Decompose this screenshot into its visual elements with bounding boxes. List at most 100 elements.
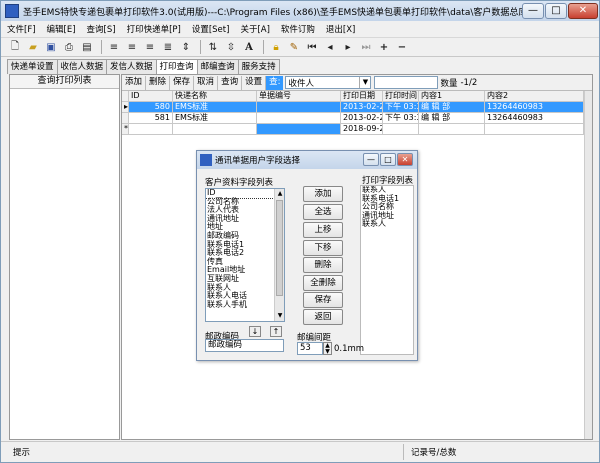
cell-date[interactable]: 2013-02-25: [341, 102, 383, 113]
cell-name[interactable]: EMS标准: [173, 102, 257, 113]
table-row[interactable]: ▸ 580 EMS标准 2013-02-25 下午 03:3 编 辑 部 132…: [122, 102, 592, 113]
cell-number[interactable]: [257, 124, 341, 135]
close-button[interactable]: ✕: [568, 3, 598, 19]
cell-id[interactable]: [129, 124, 173, 135]
col-header-name[interactable]: 快递名称: [173, 91, 257, 102]
minimize-button[interactable]: —: [522, 3, 544, 19]
cell-date[interactable]: 2013-02-25: [341, 113, 383, 124]
pin-icon[interactable]: ✎: [286, 39, 302, 55]
size-icon[interactable]: ⇳: [223, 39, 239, 55]
chevron-down-icon[interactable]: ▼: [359, 77, 370, 88]
menu-exit[interactable]: 退出[X]: [326, 23, 355, 35]
cancel-button[interactable]: 取消: [194, 75, 219, 90]
list-item[interactable]: 联系人: [361, 220, 413, 229]
save-button[interactable]: 保存: [170, 75, 195, 90]
scroll-down-icon[interactable]: ▼: [275, 311, 284, 321]
arrow-down-icon[interactable]: ↓: [249, 326, 261, 337]
new-icon[interactable]: 🗋: [7, 39, 23, 55]
cell-time[interactable]: [383, 124, 419, 135]
cell-content1[interactable]: 编 辑 部: [419, 113, 485, 124]
spacing-input[interactable]: 53: [297, 342, 323, 355]
query-input[interactable]: [374, 76, 439, 89]
align-right-icon[interactable]: ≡: [142, 39, 158, 55]
col-header-id[interactable]: ID: [129, 91, 173, 102]
cell-time[interactable]: 下午 03:3: [383, 102, 419, 113]
list-item[interactable]: 联系人手机: [206, 300, 284, 310]
spacing-icon[interactable]: ⇕: [178, 39, 194, 55]
move-down-button[interactable]: 下移: [303, 240, 343, 256]
return-button[interactable]: 返回: [303, 309, 343, 325]
maximize-button[interactable]: □: [545, 3, 567, 19]
move-up-button[interactable]: 上移: [303, 222, 343, 238]
col-header-date[interactable]: 打印日期: [341, 91, 383, 102]
cell-name[interactable]: EMS标准: [173, 113, 257, 124]
postcode-field-input[interactable]: 邮政编码: [205, 339, 284, 352]
cell-date[interactable]: 2018-09-20: [341, 124, 383, 135]
menu-file[interactable]: 文件[F]: [7, 23, 36, 35]
cell-content2[interactable]: 13264460983: [485, 113, 584, 124]
table-row[interactable]: 581 EMS标准 2013-02-25 下午 03:3 编 辑 部 13264…: [122, 113, 592, 124]
tab-sender-data[interactable]: 发信人数据: [106, 59, 157, 74]
menu-edit[interactable]: 编辑[E]: [47, 23, 76, 35]
tab-recipient-data[interactable]: 收信人数据: [56, 59, 108, 74]
cell-id[interactable]: 580: [129, 102, 173, 113]
menu-settings[interactable]: 设置[Set]: [192, 23, 230, 35]
cell-time[interactable]: 下午 03:3: [383, 113, 419, 124]
open-icon[interactable]: ▰: [25, 39, 41, 55]
spacing-spinner[interactable]: ▲ ▼: [323, 342, 332, 355]
query-field-select[interactable]: 收件人 ▼: [285, 76, 372, 89]
cell-content2[interactable]: 13264460983: [485, 102, 584, 113]
col-header-time[interactable]: 打印时间: [383, 91, 419, 102]
tab-print-query[interactable]: 打印查询: [155, 59, 198, 75]
arrow-up-icon[interactable]: ↑: [270, 326, 282, 337]
settings-button[interactable]: 设置: [242, 75, 267, 90]
delete-button[interactable]: 删除: [146, 75, 171, 90]
scroll-up-icon[interactable]: ▲: [275, 189, 284, 199]
dialog-maximize-button[interactable]: □: [380, 153, 396, 166]
list-scrollbar[interactable]: ▲ ▼: [274, 189, 284, 321]
cell-id[interactable]: 581: [129, 113, 173, 124]
last-record-icon[interactable]: ⏭︎: [358, 39, 374, 55]
next-record-icon[interactable]: ▸: [340, 39, 356, 55]
prev-record-icon[interactable]: ◂: [322, 39, 338, 55]
dialog-minimize-button[interactable]: —: [363, 153, 379, 166]
add-field-button[interactable]: 添加: [303, 186, 343, 202]
menu-about[interactable]: 关于[A]: [240, 23, 269, 35]
query-button[interactable]: 查询: [218, 75, 243, 90]
align-left-icon[interactable]: ≡: [106, 39, 122, 55]
cell-content1[interactable]: [419, 124, 485, 135]
cell-name[interactable]: [173, 124, 257, 135]
save-fields-button[interactable]: 保存: [303, 292, 343, 308]
menu-order[interactable]: 软件订购: [281, 23, 315, 35]
first-record-icon[interactable]: ⏮︎: [304, 39, 320, 55]
save-icon[interactable]: ▣: [43, 39, 59, 55]
print-icon[interactable]: ⎙: [61, 39, 77, 55]
print-fields-list[interactable]: 联系人 联系电话1 公司名称 通讯地址 联系人: [360, 185, 414, 355]
col-header-content1[interactable]: 内容1: [419, 91, 485, 102]
tab-express-settings[interactable]: 快递单设置: [7, 59, 58, 74]
tab-postcode-query[interactable]: 邮编查询: [196, 59, 239, 74]
col-header-number[interactable]: 单据编号: [257, 91, 341, 102]
grid-scrollbar[interactable]: [584, 91, 592, 439]
add-record-icon[interactable]: +: [376, 39, 392, 55]
align-center-icon[interactable]: ≡: [124, 39, 140, 55]
delete-field-button[interactable]: 删除: [303, 257, 343, 273]
delete-record-icon[interactable]: −: [394, 39, 410, 55]
select-all-button[interactable]: 全选: [303, 204, 343, 220]
cell-number[interactable]: [257, 113, 341, 124]
tab-support[interactable]: 服务支持: [237, 59, 280, 74]
sort-icon[interactable]: ⇅: [205, 39, 221, 55]
justify-icon[interactable]: ≣: [160, 39, 176, 55]
customer-fields-list[interactable]: ID 公司名称 法人代表 通讯地址 地址 邮政编码 联系电话1 联系电话2 传真…: [205, 188, 285, 322]
cell-content1[interactable]: 编 辑 部: [419, 102, 485, 113]
preview-icon[interactable]: ▤: [79, 39, 95, 55]
scroll-thumb[interactable]: [276, 200, 283, 296]
menu-query[interactable]: 查询[S]: [87, 23, 116, 35]
font-icon[interactable]: A: [241, 39, 257, 55]
cell-content2[interactable]: [485, 124, 584, 135]
add-button[interactable]: 添加: [122, 75, 147, 90]
dialog-close-button[interactable]: ✕: [397, 153, 413, 166]
delete-all-button[interactable]: 全删除: [303, 275, 343, 291]
col-header-content2[interactable]: 内容2: [485, 91, 584, 102]
cell-number[interactable]: [257, 102, 341, 113]
